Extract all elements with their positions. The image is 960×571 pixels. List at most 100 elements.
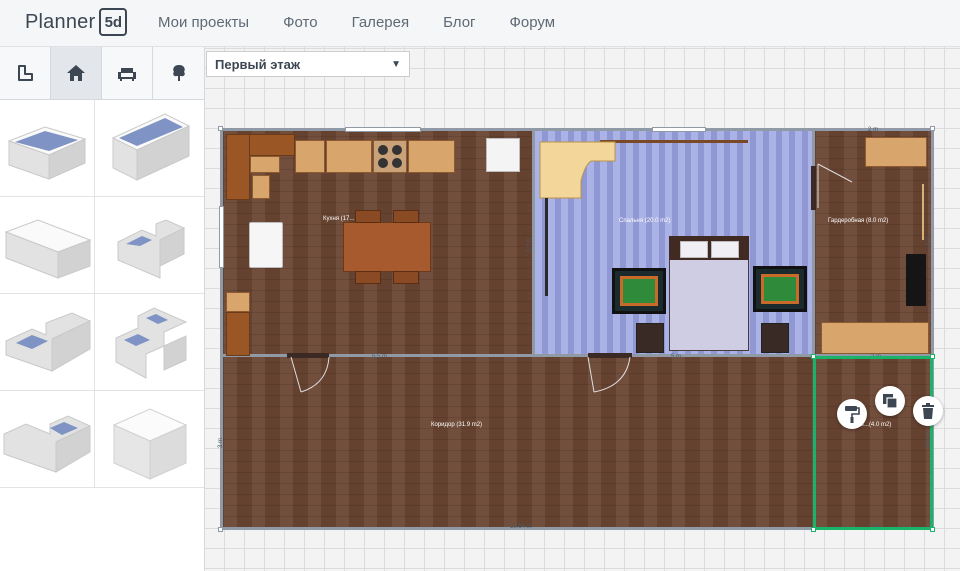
resize-handle[interactable] xyxy=(930,354,935,359)
copy-icon xyxy=(883,394,898,409)
wide-room-icon xyxy=(4,219,92,279)
kitchen-counter-1[interactable] xyxy=(250,156,280,173)
room-template-grid xyxy=(0,100,204,488)
dining-table[interactable] xyxy=(343,222,431,272)
chair-3[interactable] xyxy=(355,271,381,284)
corner-desk[interactable] xyxy=(539,141,617,199)
room-label-corridor: Коридор (31.9 m2) xyxy=(431,422,483,428)
deep-room-icon xyxy=(111,113,190,181)
resize-handle[interactable] xyxy=(218,126,223,131)
trash-icon xyxy=(922,403,934,419)
tab-exterior[interactable] xyxy=(153,47,204,99)
sink[interactable] xyxy=(249,222,283,268)
kitchen-sideboard[interactable] xyxy=(226,312,250,356)
kitchen-counter-2[interactable] xyxy=(295,140,325,173)
wardrobe-rail xyxy=(922,184,924,240)
room-label-kitchen: Кухня (17... xyxy=(323,216,355,222)
house-icon xyxy=(67,65,85,81)
chair-1[interactable] xyxy=(355,210,381,223)
window-bedroom[interactable] xyxy=(652,127,706,132)
fridge[interactable] xyxy=(486,138,520,172)
room-label-wardrobe: Гардеробная (8.0 m2) xyxy=(828,218,889,224)
delete-button[interactable] xyxy=(913,396,943,426)
wall-top[interactable] xyxy=(221,128,934,131)
window-left[interactable] xyxy=(219,206,224,268)
chair-2[interactable] xyxy=(393,210,419,223)
catalog-tabs xyxy=(0,47,204,100)
tab-furniture[interactable] xyxy=(102,47,153,99)
kitchen-counter-5[interactable] xyxy=(252,175,270,199)
rug-left-pattern xyxy=(620,276,658,306)
window-kitchen[interactable] xyxy=(345,127,421,132)
room-template-corner[interactable] xyxy=(0,391,95,488)
rug-right-pattern xyxy=(761,274,799,304)
room-template-solid-block[interactable] xyxy=(95,391,204,488)
kitchen-counter-3[interactable] xyxy=(326,140,372,173)
wall-bedroom-wardrobe[interactable] xyxy=(812,128,815,357)
room-template-wide[interactable] xyxy=(0,197,95,294)
kitchen-side-unit[interactable] xyxy=(226,292,250,312)
solid-block-icon xyxy=(112,408,187,480)
kitchen-left-cabinet[interactable] xyxy=(226,134,250,200)
copy-button[interactable] xyxy=(875,386,905,416)
door-swing-wardrobe xyxy=(817,163,853,208)
room-shape-icon xyxy=(18,65,33,81)
floor-selector[interactable]: Первый этаж ▼ xyxy=(206,51,410,77)
logo-badge: 5d xyxy=(99,8,128,36)
nav-blog[interactable]: Блог xyxy=(443,14,475,31)
wardrobe-cabinet[interactable] xyxy=(906,254,926,306)
paint-button[interactable] xyxy=(837,399,867,429)
dim-top-right: 2 m xyxy=(868,127,879,133)
stove[interactable] xyxy=(373,140,407,173)
nav-gallery[interactable]: Галерея xyxy=(352,14,410,31)
dim-kitchen-height: 4.0 m xyxy=(526,237,533,253)
t-shaped-room-icon xyxy=(115,307,187,379)
door-wardrobe[interactable] xyxy=(811,166,816,210)
rectangle-room-icon xyxy=(7,126,87,180)
floor-lamp xyxy=(545,198,548,296)
room-template-rectangle[interactable] xyxy=(0,100,95,197)
logo[interactable]: Planner 5d xyxy=(25,8,128,36)
l-shaped-room-icon xyxy=(5,312,92,372)
resize-handle[interactable] xyxy=(811,527,816,532)
top-bar: Planner 5d Мои проекты Фото Галерея Блог… xyxy=(0,0,960,47)
door-swing-bedroom xyxy=(587,356,631,393)
kitchen-counter-4[interactable] xyxy=(408,140,455,173)
resize-handle[interactable] xyxy=(218,527,223,532)
floor-selector-value: Первый этаж xyxy=(215,56,301,72)
wall-left[interactable] xyxy=(220,128,223,530)
wardrobe-shelf-top[interactable] xyxy=(865,137,927,167)
nightstand-right[interactable] xyxy=(761,323,789,353)
main-nav: Мои проекты Фото Галерея Блог Форум xyxy=(158,14,555,31)
wardrobe-shelf-bottom[interactable] xyxy=(821,322,929,354)
rug-left[interactable] xyxy=(612,268,666,314)
resize-handle[interactable] xyxy=(930,126,935,131)
dim-bedroom-bottom: 5 m xyxy=(671,354,682,360)
room-template-t-shaped[interactable] xyxy=(95,294,204,391)
chair-4[interactable] xyxy=(393,271,419,284)
door-swing-kitchen xyxy=(290,356,330,393)
dim-wardrobe-height: 4 m xyxy=(926,235,933,247)
bed-blanket xyxy=(670,260,748,350)
tab-room-shapes[interactable] xyxy=(0,47,51,99)
nav-forum[interactable]: Форум xyxy=(510,14,556,31)
nightstand-left[interactable] xyxy=(636,323,664,353)
rug-right[interactable] xyxy=(753,266,807,312)
tab-structures[interactable] xyxy=(51,47,102,99)
nav-photo[interactable]: Фото xyxy=(283,14,317,31)
pillow-left xyxy=(680,241,708,258)
room-label-bedroom: Спальня (20.0 m2) xyxy=(619,218,671,224)
resize-handle[interactable] xyxy=(811,354,816,359)
tree-icon xyxy=(172,65,185,81)
selected-room-outline[interactable] xyxy=(813,356,933,530)
curtain-rod xyxy=(600,140,748,143)
corner-cut-room-icon xyxy=(117,219,185,279)
stove-burners-icon xyxy=(378,145,402,168)
pillow-right xyxy=(711,241,739,258)
room-template-corner-cut[interactable] xyxy=(95,197,204,294)
room-template-deep[interactable] xyxy=(95,100,204,197)
corner-room-icon xyxy=(3,415,92,473)
room-template-l-shaped[interactable] xyxy=(0,294,95,391)
nav-my-projects[interactable]: Мои проекты xyxy=(158,14,249,31)
resize-handle[interactable] xyxy=(930,527,935,532)
